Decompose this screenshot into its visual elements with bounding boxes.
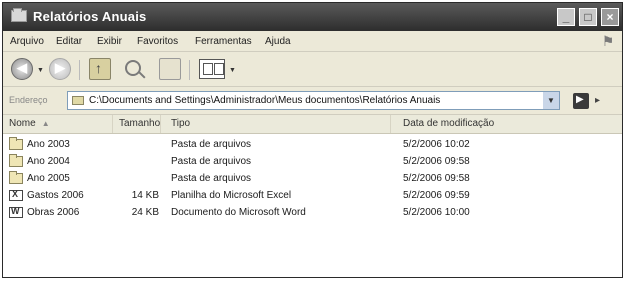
up-folder-button[interactable]	[89, 58, 111, 80]
toolbar-separator	[189, 60, 190, 80]
file-date: 5/2/2006 09:58	[403, 173, 470, 184]
excel-file-icon	[9, 189, 23, 201]
forward-button[interactable]: ▶	[49, 58, 71, 80]
menu-favoritos[interactable]: Favoritos	[137, 36, 178, 47]
windows-logo-icon: ⚑	[601, 33, 615, 49]
file-size	[113, 171, 159, 187]
column-size[interactable]: Tamanho	[113, 115, 161, 133]
file-row[interactable]: Ano 2005 Pasta de arquivos 5/2/2006 09:5…	[3, 171, 622, 187]
file-name: Gastos 2006	[27, 190, 84, 201]
folder-icon	[9, 154, 23, 167]
menu-exibir[interactable]: Exibir	[97, 36, 122, 47]
address-label: Endereço	[9, 95, 48, 105]
file-name: Ano 2005	[27, 173, 70, 184]
chevron-right-icon[interactable]: ▸	[595, 95, 600, 106]
maximize-button[interactable]: □	[579, 8, 597, 26]
back-dropdown-icon[interactable]: ▼	[37, 67, 44, 74]
file-date: 5/2/2006 09:58	[403, 156, 470, 167]
file-name: Ano 2004	[27, 156, 70, 167]
file-type: Pasta de arquivos	[171, 139, 252, 150]
address-dropdown-icon[interactable]: ▼	[542, 92, 559, 109]
file-type: Pasta de arquivos	[171, 173, 252, 184]
menu-ajuda[interactable]: Ajuda	[265, 36, 291, 47]
back-arrow-icon: ◀	[17, 60, 27, 75]
sort-arrow-icon: ▲	[41, 119, 50, 128]
file-type: Planilha do Microsoft Excel	[171, 190, 292, 201]
column-header: Nome ▲ Tamanho Tipo Data de modificação	[3, 115, 622, 134]
views-dropdown-icon[interactable]: ▼	[229, 67, 236, 74]
folders-button[interactable]	[159, 58, 181, 80]
address-field[interactable]: C:\Documents and Settings\Administrador\…	[67, 91, 560, 110]
views-button[interactable]	[199, 59, 225, 79]
file-row[interactable]: Obras 2006 24 KB Documento do Microsoft …	[3, 205, 622, 221]
folder-icon	[72, 96, 84, 105]
file-type: Pasta de arquivos	[171, 156, 252, 167]
toolbar: ◀ ▼ ▶ ▼	[3, 52, 622, 87]
file-list: Nome ▲ Tamanho Tipo Data de modificação A…	[3, 115, 622, 277]
file-date: 5/2/2006 10:02	[403, 139, 470, 150]
explorer-window: Relatórios Anuais _ □ × Arquivo Editar E…	[2, 2, 623, 278]
address-bar: Endereço C:\Documents and Settings\Admin…	[3, 87, 622, 115]
file-row[interactable]: Ano 2003 Pasta de arquivos 5/2/2006 10:0…	[3, 137, 622, 153]
menu-arquivo[interactable]: Arquivo	[10, 36, 44, 47]
search-button[interactable]	[125, 60, 141, 76]
file-size	[113, 137, 159, 153]
folder-icon	[9, 137, 23, 150]
column-name[interactable]: Nome ▲	[3, 115, 113, 133]
toolbar-separator	[79, 60, 80, 80]
menu-ferramentas[interactable]: Ferramentas	[195, 36, 252, 47]
folder-icon	[9, 171, 23, 184]
column-name-label: Nome	[9, 118, 36, 129]
menu-bar: Arquivo Editar Exibir Favoritos Ferramen…	[3, 31, 622, 52]
file-size	[113, 154, 159, 170]
file-size: 14 KB	[131, 190, 159, 201]
column-date[interactable]: Data de modificação	[391, 115, 622, 133]
back-button[interactable]: ◀	[11, 58, 33, 80]
file-date: 5/2/2006 09:59	[403, 190, 470, 201]
word-file-icon	[9, 206, 23, 218]
close-button[interactable]: ×	[601, 8, 619, 26]
title-bar[interactable]: Relatórios Anuais _ □ ×	[3, 3, 622, 31]
file-type: Documento do Microsoft Word	[171, 207, 306, 218]
folder-icon	[11, 8, 27, 22]
file-row[interactable]: Ano 2004 Pasta de arquivos 5/2/2006 09:5…	[3, 154, 622, 170]
forward-arrow-icon: ▶	[55, 60, 65, 75]
go-button[interactable]	[573, 93, 589, 109]
window-title: Relatórios Anuais	[33, 9, 147, 24]
file-row[interactable]: Gastos 2006 14 KB Planilha do Microsoft …	[3, 188, 622, 204]
file-name: Obras 2006	[27, 207, 80, 218]
file-date: 5/2/2006 10:00	[403, 207, 470, 218]
minimize-button[interactable]: _	[557, 8, 575, 26]
menu-editar[interactable]: Editar	[56, 36, 82, 47]
column-type[interactable]: Tipo	[161, 115, 391, 133]
file-size: 24 KB	[131, 207, 159, 218]
file-name: Ano 2003	[27, 139, 70, 150]
address-path[interactable]: C:\Documents and Settings\Administrador\…	[89, 95, 440, 106]
